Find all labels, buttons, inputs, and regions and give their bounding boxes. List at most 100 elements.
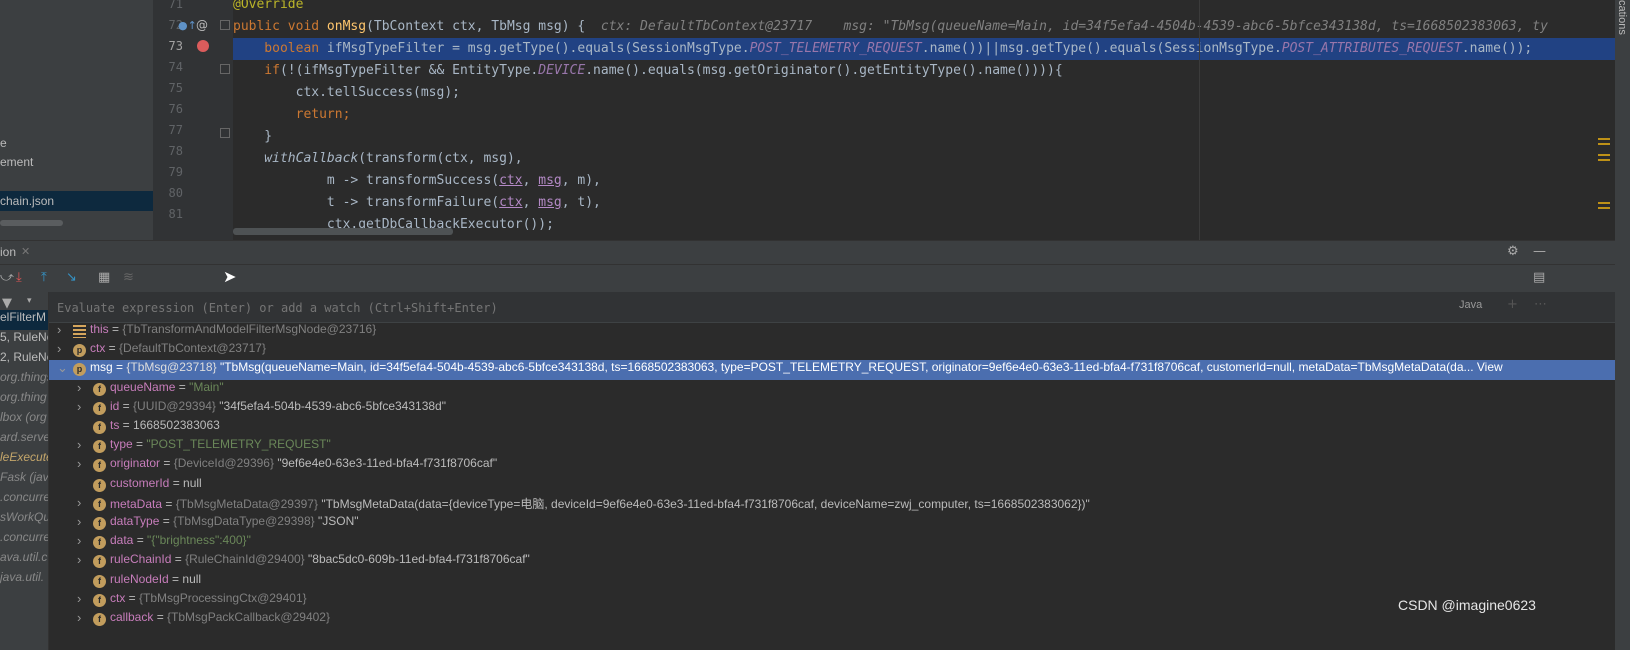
equals-sign: = — [133, 533, 148, 548]
chevron-right-icon[interactable]: › — [77, 380, 81, 395]
variable-row[interactable]: › p ctx = {DefaultTbContext@23717} — [49, 341, 1615, 361]
tree-item-selected[interactable]: chain.json — [0, 191, 153, 211]
stack-frame[interactable]: elFilterM — [0, 310, 48, 330]
add-watch-icon[interactable]: + — [1507, 297, 1518, 312]
variable-row[interactable]: › this = {TbTransformAndModelFilterMsgNod… — [49, 322, 1615, 342]
line-number: 74 — [168, 60, 183, 74]
equals-sign: = — [132, 437, 147, 452]
horizontal-scrollbar[interactable] — [0, 220, 63, 226]
stack-frame[interactable]: leExecute — [0, 450, 48, 470]
debug-toolbar: ⤻ ⤓ ⤒ ↘ ▦ ≋ ➤ ▤ — [0, 264, 1615, 293]
tree-item[interactable]: e — [0, 136, 7, 150]
variable-value: "{"brightness":400}" — [147, 533, 251, 548]
field-icon: f — [93, 440, 106, 454]
variable-row[interactable]: › f callback = {TbMsgPackCallback@29402} — [49, 610, 1615, 630]
variable-row[interactable]: › f data = "{"brightness":400}" — [49, 533, 1615, 553]
chevron-right-icon[interactable]: › — [77, 456, 81, 471]
variable-name: ruleChainId — [110, 552, 172, 567]
stack-frame[interactable]: 5, RuleNo — [0, 330, 48, 350]
gear-icon[interactable]: ⚙ — [1507, 244, 1519, 259]
variable-row[interactable]: › f ruleChainId = {RuleChainId@29400} "8ba… — [49, 552, 1615, 572]
stack-frame[interactable]: org.thing — [0, 390, 47, 410]
notifications-tab[interactable]: cations — [1616, 0, 1628, 35]
minimize-icon[interactable]: — — [1533, 244, 1546, 259]
fold-marker-icon[interactable] — [220, 20, 230, 30]
variable-row[interactable]: f customerId = null — [49, 476, 1615, 496]
chevron-right-icon[interactable]: › — [77, 437, 81, 452]
variable-value: "POST_TELEMETRY_REQUEST" — [146, 437, 331, 452]
stack-frame[interactable]: Fask (jav — [0, 470, 48, 490]
variable-value: "JSON" — [314, 514, 359, 528]
chevron-right-icon[interactable]: › — [77, 514, 81, 529]
code-editor[interactable]: @Override public void onMsg(TbContext ct… — [233, 0, 1615, 240]
chevron-right-icon[interactable]: › — [77, 533, 81, 548]
stack-frame[interactable]: ava.util.c — [0, 550, 47, 570]
stack-frame[interactable]: ard.serve — [0, 430, 48, 450]
field-icon: f — [93, 421, 106, 434]
filter-icon[interactable]: ▼ — [2, 296, 12, 311]
variable-row[interactable]: › f id = {UUID@29394} "34f5efa4-504b-4539-… — [49, 399, 1615, 419]
field-icon: f — [93, 459, 106, 473]
chevron-right-icon[interactable]: › — [77, 495, 81, 510]
variable-row[interactable]: ⌄ p msg = {TbMsg@23718} "TbMsg(queueName=M… — [49, 360, 1615, 381]
variable-row[interactable]: f ruleNodeId = null — [49, 572, 1615, 592]
step-into-icon[interactable]: ⤓ — [16, 270, 22, 285]
variable-row[interactable]: › f dataType = {TbMsgDataType@29398} "JSON… — [49, 514, 1615, 534]
stack-frame[interactable]: .concurre — [0, 490, 48, 510]
equals-sign: = — [168, 571, 183, 586]
chevron-right-icon[interactable]: › — [77, 399, 81, 414]
line-number: 79 — [168, 165, 183, 179]
variable-row[interactable]: › f queueName = "Main" — [49, 380, 1615, 400]
variable-row[interactable]: › f type = "POST_TELEMETRY_REQUEST" — [49, 437, 1615, 457]
variable-name: queueName — [110, 379, 176, 394]
code-line: @Override — [233, 0, 304, 12]
language-select[interactable]: Java — [1459, 299, 1482, 311]
variable-value: 1668502383063 — [133, 418, 220, 432]
evaluate-expression-input[interactable] — [55, 297, 1439, 319]
variable-name: metaData — [110, 496, 163, 511]
chevron-right-icon[interactable]: › — [77, 610, 81, 625]
tree-item[interactable]: ement — [0, 155, 33, 169]
error-stripe-markers[interactable] — [1598, 138, 1610, 140]
trace-icon[interactable]: ≋ — [123, 270, 134, 285]
stack-frame[interactable]: org.things — [0, 370, 48, 390]
variable-row[interactable]: › f originator = {DeviceId@29396} "9ef6e4e… — [49, 456, 1615, 476]
stack-frame[interactable]: .concurre — [0, 530, 48, 550]
debug-tool-window-header: ion ✕ ⚙ — — [0, 240, 1615, 265]
at-marker-icon[interactable]: @ — [196, 18, 208, 32]
evaluate-expression-icon[interactable]: ▦ — [98, 270, 110, 285]
breakpoint-icon[interactable] — [197, 40, 209, 52]
stack-frame[interactable]: 2, RuleNo — [0, 350, 48, 370]
layout-icon[interactable]: ▤ — [1533, 270, 1545, 285]
variable-row[interactable]: f ts = 1668502383063 — [49, 418, 1615, 438]
fold-marker-icon[interactable] — [220, 64, 230, 74]
variable-row[interactable]: › f ctx = {TbMsgProcessingCtx@29401} — [49, 591, 1615, 611]
variable-name: data — [110, 533, 134, 548]
chevron-right-icon[interactable]: › — [77, 552, 81, 567]
variable-name: msg — [90, 360, 113, 375]
variable-type: {RuleChainId@29400} — [185, 552, 305, 567]
variable-type: {TbMsgDataType@29398} — [173, 514, 315, 528]
chevron-right-icon[interactable]: › — [57, 341, 61, 356]
more-icon[interactable]: ⋯ — [1534, 297, 1547, 312]
stack-frame[interactable]: lbox (org — [0, 410, 47, 430]
run-to-cursor-icon[interactable]: ↘ — [66, 270, 77, 285]
debug-session-tab[interactable]: ion — [0, 245, 16, 259]
variable-value: "TbMsg(queueName=Main, id=34f5efa4-504b-… — [216, 360, 1503, 375]
variable-row[interactable]: › f metaData = {TbMsgMetaData@29397} "TbMs… — [49, 495, 1615, 515]
chevron-down-icon[interactable]: ⌄ — [57, 360, 68, 376]
chevron-right-icon[interactable]: › — [77, 591, 81, 606]
stack-frame[interactable]: sWorkQu — [0, 510, 48, 530]
field-icon: f — [93, 497, 106, 511]
chevron-down-icon[interactable]: ▾ — [27, 296, 32, 306]
step-over-icon[interactable]: ⤻ — [0, 270, 14, 285]
stack-frame[interactable]: java.util. — [0, 570, 44, 590]
editor-horizontal-scrollbar[interactable] — [233, 228, 453, 235]
project-tree: e ement chain.json — [0, 0, 153, 240]
close-tab-icon[interactable]: ✕ — [21, 245, 30, 258]
equals-sign: = — [169, 475, 184, 490]
fold-marker-icon[interactable] — [220, 128, 230, 138]
chevron-right-icon[interactable]: › — [57, 322, 61, 337]
override-marker-icon[interactable]: ●↑ — [178, 19, 197, 32]
step-out-icon[interactable]: ⤒ — [41, 270, 47, 285]
